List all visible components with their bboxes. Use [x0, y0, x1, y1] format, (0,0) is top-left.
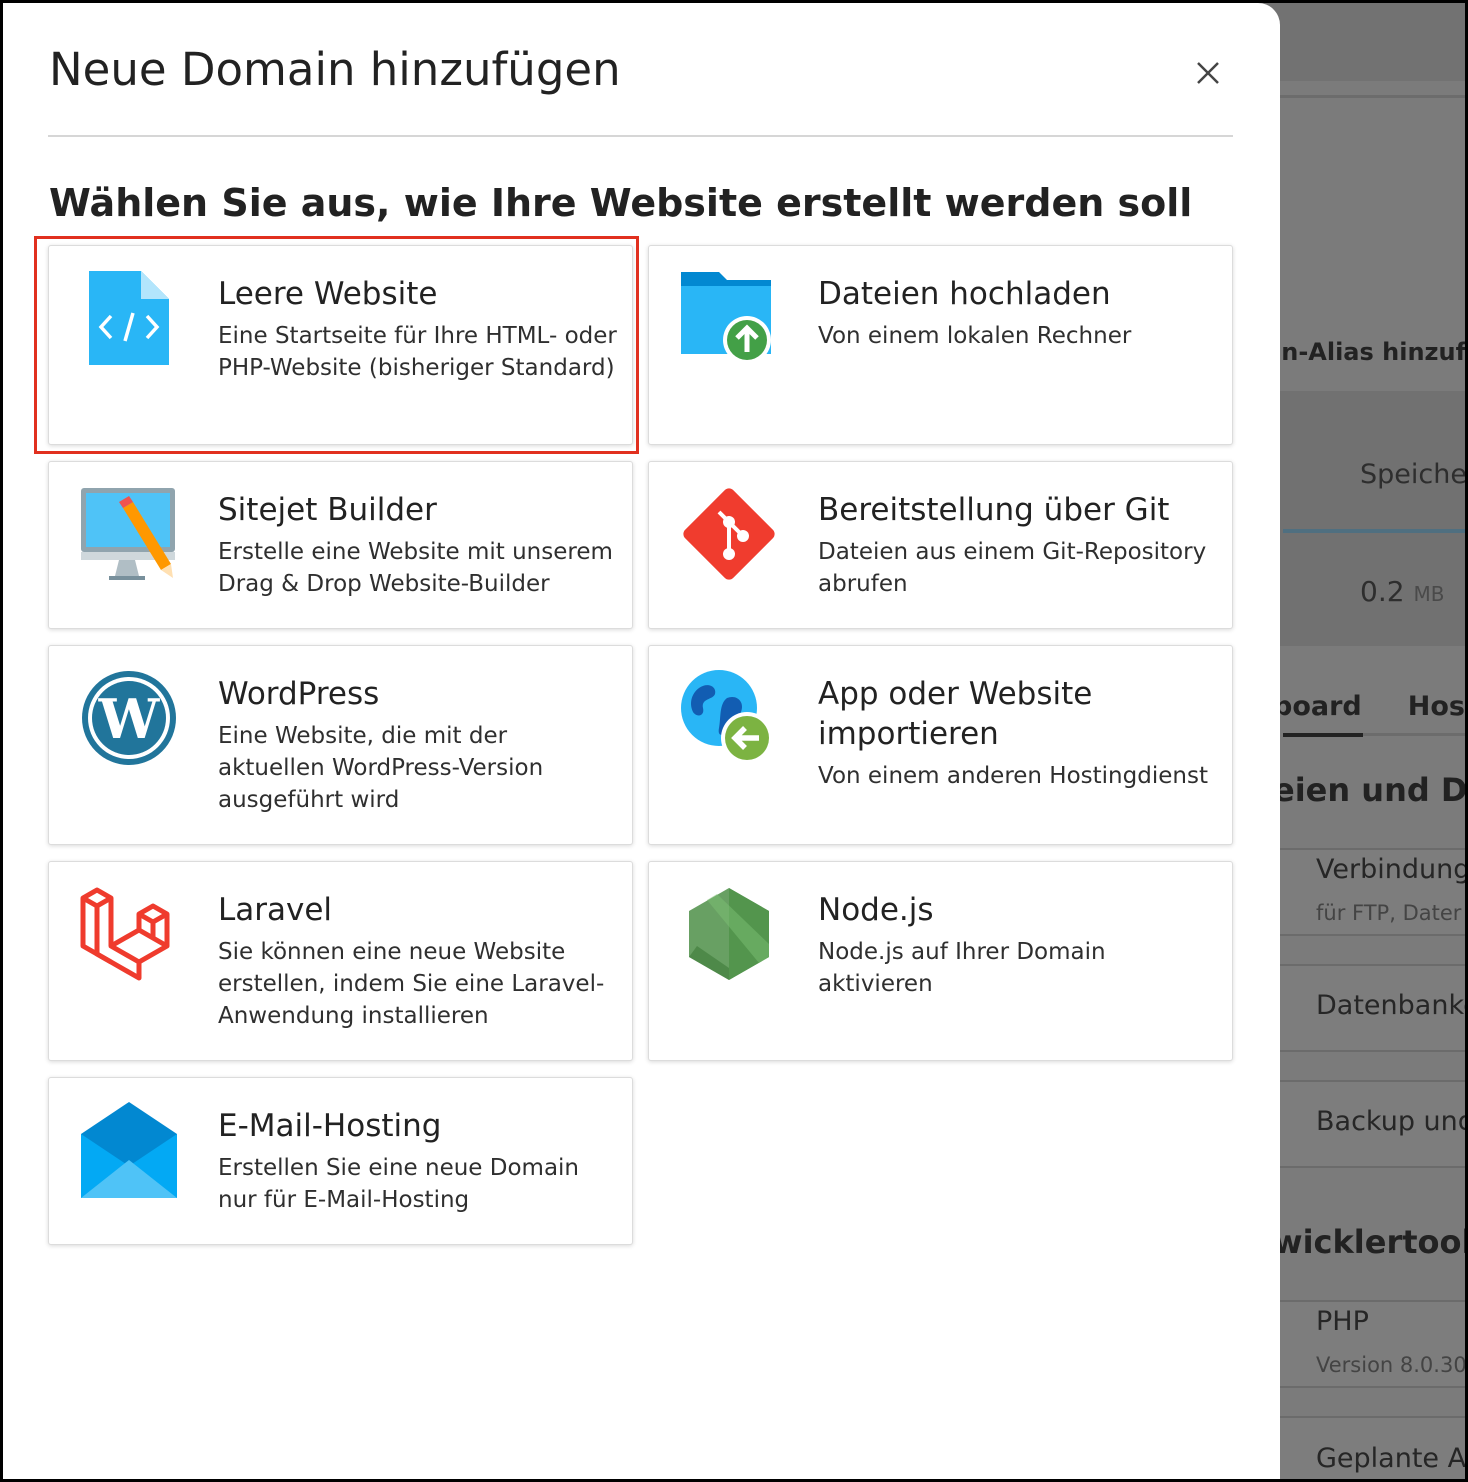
- bg-item-label: Geplante Au: [1316, 1443, 1465, 1474]
- bg-tab-hosting: Hos: [1407, 691, 1465, 722]
- bg-storage-label: Speicher: [1360, 459, 1465, 490]
- envelope-icon: [81, 1102, 177, 1198]
- card-title: Sitejet Builder: [218, 492, 437, 528]
- card-description: Node.js auf Ihrer Domain aktivieren: [818, 939, 1106, 997]
- laravel-icon: [80, 887, 170, 981]
- bg-storage-bar: [1283, 529, 1465, 533]
- card-title: WordPress: [218, 676, 380, 712]
- bg-item-sub: für FTP, Dater: [1316, 901, 1462, 925]
- nodejs-icon: [689, 888, 769, 980]
- close-icon[interactable]: [1188, 53, 1228, 93]
- git-icon: [683, 488, 775, 580]
- bg-item-sub: Version 8.0.30: [1316, 1353, 1465, 1377]
- option-empty-website[interactable]: Leere Website Eine Startseite für Ihre H…: [48, 245, 633, 445]
- bg-tabs: board Hos: [1273, 691, 1465, 722]
- bg-section-files: eien und Dat: [1273, 771, 1465, 809]
- option-email-hosting[interactable]: E-Mail-Hosting Erstellen Sie eine neue D…: [48, 1077, 633, 1245]
- bg-tab-active-indicator: [1283, 733, 1363, 737]
- close-button[interactable]: [1188, 53, 1228, 93]
- svg-text:W: W: [98, 687, 161, 751]
- screen: in-Alias hinzufüg Speicher 0.2 MB board H…: [3, 3, 1465, 1479]
- title-divider: [48, 135, 1233, 137]
- card-title: Dateien hochladen: [818, 276, 1111, 312]
- option-wordpress[interactable]: W WordPress Eine Website, die mit der ak…: [48, 645, 633, 845]
- bg-section-devtools: wicklertools: [1273, 1223, 1465, 1261]
- card-title: Laravel: [218, 892, 333, 928]
- card-description: Eine Startseite für Ihre HTML- oder PHP-…: [218, 323, 617, 381]
- card-description: Eine Website, die mit der aktuellen Word…: [218, 723, 544, 813]
- card-title: Leere Website: [218, 276, 438, 312]
- option-nodejs[interactable]: Node.js Node.js auf Ihrer Domain aktivie…: [648, 861, 1233, 1061]
- folder-upload-icon: [681, 272, 771, 364]
- monitor-pencil-icon: [81, 488, 175, 580]
- card-title: App oder Website importieren: [818, 676, 1093, 752]
- code-file-icon: [89, 271, 169, 365]
- card-description: Erstelle eine Website mit unserem Drag &…: [218, 539, 613, 597]
- bg-item-label: Verbindung: [1316, 854, 1465, 885]
- card-description: Erstellen Sie eine neue Domain nur für E…: [218, 1155, 580, 1213]
- option-sitejet-builder[interactable]: Sitejet Builder Erstelle eine Website mi…: [48, 461, 633, 629]
- section-heading: Wählen Sie aus, wie Ihre Website erstell…: [49, 181, 1193, 225]
- bg-storage-number: 0.2: [1360, 575, 1405, 608]
- option-import-website[interactable]: App oder Website importieren Von einem a…: [648, 645, 1233, 845]
- bg-storage-unit: MB: [1413, 582, 1445, 606]
- card-description: Dateien aus einem Git-Repository abrufen: [818, 539, 1207, 597]
- bg-item-label: PHP: [1316, 1306, 1369, 1337]
- option-laravel[interactable]: Laravel Sie können eine neue Website ers…: [48, 861, 633, 1061]
- bg-add-alias-link: in-Alias hinzufüg: [1273, 338, 1465, 366]
- card-title: E-Mail-Hosting: [218, 1108, 442, 1144]
- option-upload-files[interactable]: Dateien hochladen Von einem lokalen Rech…: [648, 245, 1233, 445]
- card-title: Bereitstellung über Git: [818, 492, 1170, 528]
- card-description: Von einem anderen Hostingdienst: [818, 763, 1208, 789]
- bg-storage-value: 0.2 MB: [1360, 575, 1444, 608]
- add-domain-modal: Neue Domain hinzufügen Wählen Sie aus, w…: [3, 3, 1280, 1479]
- card-title: Node.js: [818, 892, 934, 928]
- bg-tab-dashboard: board: [1273, 691, 1362, 722]
- modal-title: Neue Domain hinzufügen: [49, 43, 621, 96]
- wordpress-icon: W: [82, 671, 176, 765]
- globe-import-icon: [681, 670, 773, 764]
- option-git-deployment[interactable]: Bereitstellung über Git Dateien aus eine…: [648, 461, 1233, 629]
- card-description: Von einem lokalen Rechner: [818, 323, 1132, 349]
- bg-item-label: Backup und: [1316, 1106, 1465, 1137]
- bg-item-label: Datenbanke: [1316, 990, 1465, 1021]
- card-description: Sie können eine neue Website erstellen, …: [218, 939, 605, 1029]
